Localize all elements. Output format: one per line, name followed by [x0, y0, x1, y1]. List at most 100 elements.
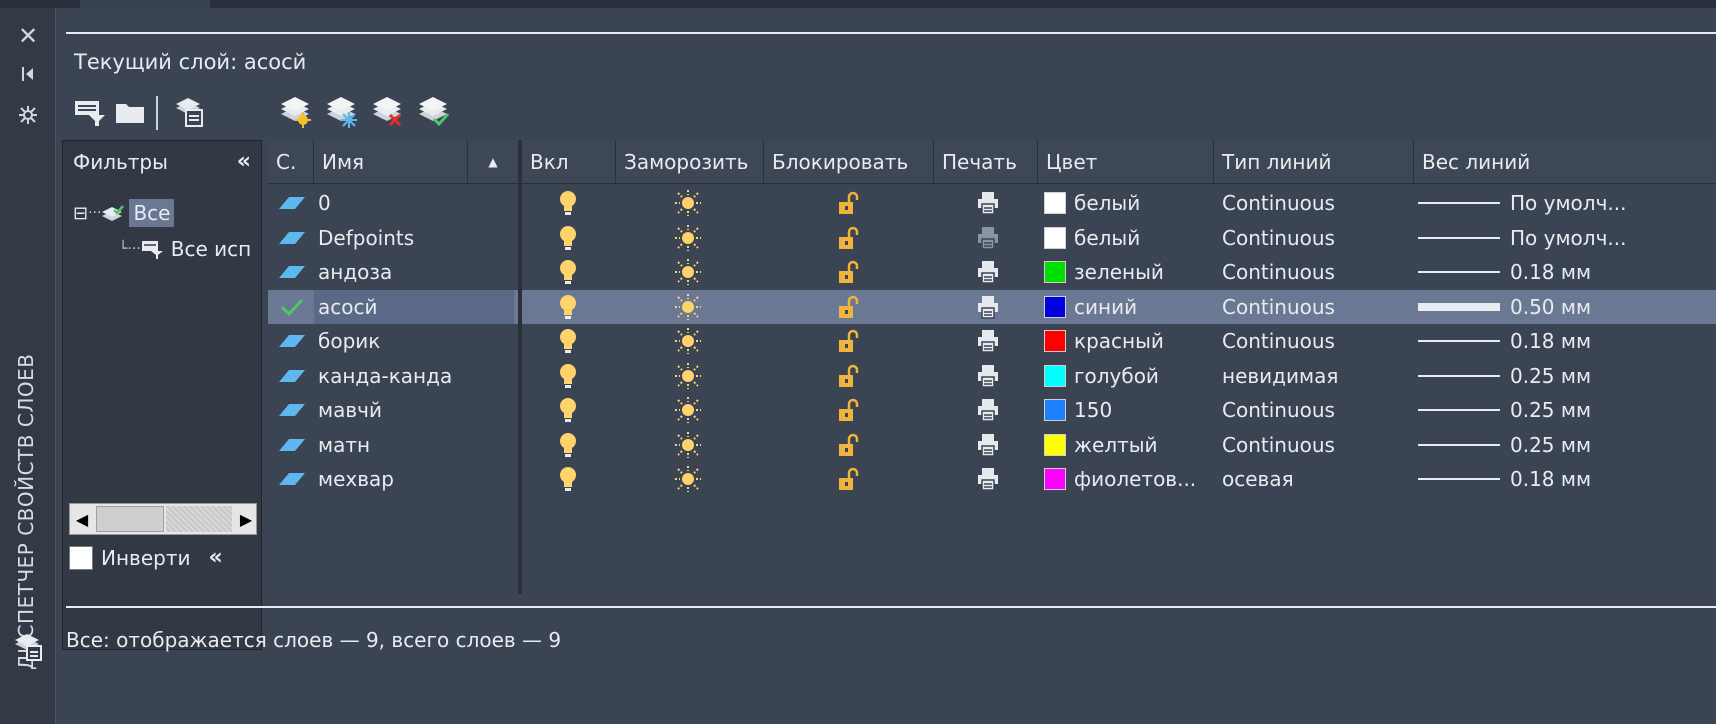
layer-states-manager-icon[interactable]: [172, 92, 208, 132]
status-cell[interactable]: [272, 186, 312, 220]
layer-lock-toggle[interactable]: [828, 324, 868, 358]
layer-plot-toggle[interactable]: [968, 186, 1008, 220]
layer-row[interactable]: мехвар фиолетов... осевая 0.18 мм: [268, 462, 1716, 496]
layer-linetype[interactable]: осевая: [1222, 462, 1412, 496]
status-cell[interactable]: [272, 462, 312, 496]
layer-row[interactable]: мавчй 150 Continuous 0.25 мм: [268, 393, 1716, 427]
scroll-left-arrow[interactable]: ◀: [70, 504, 94, 534]
layer-name[interactable]: матн: [318, 428, 514, 462]
layer-freeze-toggle[interactable]: [668, 221, 708, 255]
layer-freeze-toggle[interactable]: [668, 462, 708, 496]
auto-hide-icon[interactable]: [0, 64, 56, 88]
layer-lineweight[interactable]: По умолч...: [1418, 186, 1716, 220]
layer-lock-toggle[interactable]: [828, 428, 868, 462]
layer-plot-toggle[interactable]: [968, 221, 1008, 255]
invert-filter[interactable]: Инверти «: [69, 545, 223, 570]
scroll-thumb[interactable]: [96, 506, 164, 532]
layer-linetype[interactable]: Continuous: [1222, 186, 1412, 220]
layer-lineweight[interactable]: 0.18 мм: [1418, 255, 1716, 289]
layer-row[interactable]: 0 белый Continuous По умолч...: [268, 186, 1716, 220]
status-cell[interactable]: [272, 221, 312, 255]
col-freeze[interactable]: Заморозить: [616, 140, 764, 184]
layer-plot-toggle[interactable]: [968, 324, 1008, 358]
layer-freeze-toggle[interactable]: [668, 359, 708, 393]
new-group-filter-icon[interactable]: [112, 92, 148, 132]
layer-on-toggle[interactable]: [548, 290, 588, 324]
scroll-track[interactable]: [166, 506, 232, 532]
layer-plot-toggle[interactable]: [968, 428, 1008, 462]
layer-linetype[interactable]: Continuous: [1222, 221, 1412, 255]
col-status[interactable]: С.: [268, 140, 314, 184]
delete-layer-icon[interactable]: [370, 92, 406, 132]
layer-row[interactable]: асосй синий Continuous 0.50 мм: [268, 289, 1716, 324]
set-current-icon[interactable]: [416, 92, 452, 132]
layer-plot-toggle[interactable]: [968, 393, 1008, 427]
layer-linetype[interactable]: Continuous: [1222, 324, 1412, 358]
layer-row[interactable]: канда-канда голубой невидимая 0.25 мм: [268, 359, 1716, 393]
sort-ascending-icon[interactable]: ▲: [468, 140, 518, 184]
status-cell[interactable]: [272, 255, 312, 289]
tree-item-all[interactable]: ⊟ ··· Все: [73, 199, 175, 227]
collapse-filters-bottom-icon[interactable]: «: [208, 545, 222, 570]
layer-on-toggle[interactable]: [548, 359, 588, 393]
layer-lineweight[interactable]: 0.50 мм: [1418, 290, 1716, 324]
layer-lineweight[interactable]: 0.25 мм: [1418, 359, 1716, 393]
layer-color[interactable]: зеленый: [1044, 255, 1214, 289]
layer-lineweight[interactable]: 0.18 мм: [1418, 462, 1716, 496]
status-cell[interactable]: [272, 359, 312, 393]
layer-lineweight[interactable]: По умолч...: [1418, 221, 1716, 255]
layer-name[interactable]: борик: [318, 324, 514, 358]
layer-lock-toggle[interactable]: [828, 255, 868, 289]
tree-collapse-icon[interactable]: ⊟: [73, 203, 88, 224]
layer-linetype[interactable]: Continuous: [1222, 255, 1412, 289]
properties-icon[interactable]: [0, 104, 56, 131]
layer-freeze-toggle[interactable]: [668, 428, 708, 462]
invert-filter-checkbox[interactable]: [69, 545, 93, 570]
layer-lock-toggle[interactable]: [828, 359, 868, 393]
layer-plot-toggle[interactable]: [968, 290, 1008, 324]
layer-on-toggle[interactable]: [548, 186, 588, 220]
new-layer-vp-frozen-icon[interactable]: [324, 92, 360, 132]
tree-item-all-used[interactable]: └··· Все исп: [119, 237, 251, 261]
layer-states-icon[interactable]: [0, 630, 56, 667]
layer-color[interactable]: голубой: [1044, 359, 1214, 393]
layer-name[interactable]: 0: [318, 186, 514, 220]
layer-color[interactable]: красный: [1044, 324, 1214, 358]
layer-on-toggle[interactable]: [548, 221, 588, 255]
layer-on-toggle[interactable]: [548, 462, 588, 496]
layer-lock-toggle[interactable]: [828, 462, 868, 496]
layer-row[interactable]: Defpoints белый Continuous По умолч...: [268, 221, 1716, 255]
layer-freeze-toggle[interactable]: [668, 393, 708, 427]
collapse-filters-icon[interactable]: «: [237, 149, 251, 174]
col-lock[interactable]: Блокировать: [764, 140, 934, 184]
col-name[interactable]: Имя: [314, 140, 468, 184]
layer-linetype[interactable]: Continuous: [1222, 290, 1412, 324]
layer-lock-toggle[interactable]: [828, 186, 868, 220]
layer-on-toggle[interactable]: [548, 428, 588, 462]
layer-plot-toggle[interactable]: [968, 462, 1008, 496]
layer-linetype[interactable]: Continuous: [1222, 428, 1412, 462]
layer-lineweight[interactable]: 0.25 мм: [1418, 428, 1716, 462]
scroll-right-arrow[interactable]: ▶: [234, 504, 258, 534]
col-on[interactable]: Вкл: [522, 140, 616, 184]
new-property-filter-icon[interactable]: [72, 92, 108, 132]
layer-name[interactable]: мавчй: [318, 393, 514, 427]
layer-on-toggle[interactable]: [548, 393, 588, 427]
status-cell[interactable]: [272, 428, 312, 462]
layer-linetype[interactable]: невидимая: [1222, 359, 1412, 393]
layer-plot-toggle[interactable]: [968, 359, 1008, 393]
layer-on-toggle[interactable]: [548, 255, 588, 289]
name-column-splitter[interactable]: [518, 140, 522, 594]
status-cell[interactable]: [272, 393, 312, 427]
layer-plot-toggle[interactable]: [968, 255, 1008, 289]
layer-color[interactable]: 150: [1044, 393, 1214, 427]
status-cell[interactable]: [272, 324, 312, 358]
layer-on-toggle[interactable]: [548, 324, 588, 358]
layer-lock-toggle[interactable]: [828, 290, 868, 324]
layer-row[interactable]: борик красный Continuous 0.18 мм: [268, 324, 1716, 358]
col-plot[interactable]: Печать: [934, 140, 1038, 184]
layer-row[interactable]: матн желтый Continuous 0.25 мм: [268, 428, 1716, 462]
layer-name[interactable]: асосй: [318, 290, 514, 324]
layer-color[interactable]: синий: [1044, 290, 1214, 324]
layer-name[interactable]: мехвар: [318, 462, 514, 496]
